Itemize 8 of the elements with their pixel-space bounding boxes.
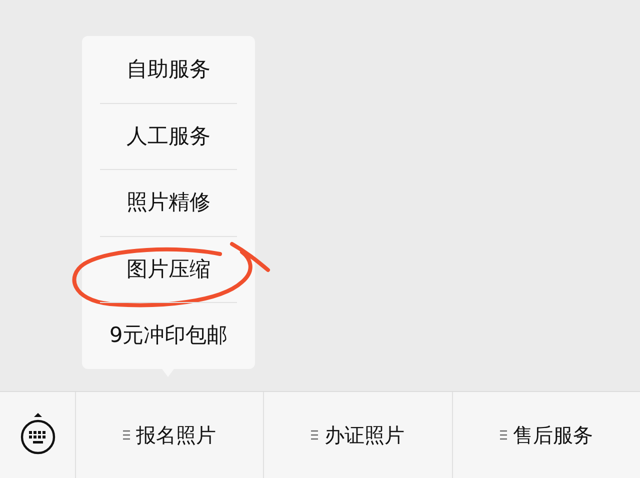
- menu-icon: [500, 430, 507, 440]
- menu-icon: [123, 430, 130, 440]
- menu-item[interactable]: 图片压缩: [126, 254, 210, 283]
- menu-item[interactable]: 9元冲印包邮: [109, 321, 228, 350]
- menu-item[interactable]: 自助服务: [126, 55, 210, 84]
- menu-item[interactable]: 人工服务: [126, 122, 210, 150]
- menu-item[interactable]: 照片精修: [126, 188, 210, 216]
- menu-icon: [311, 430, 318, 440]
